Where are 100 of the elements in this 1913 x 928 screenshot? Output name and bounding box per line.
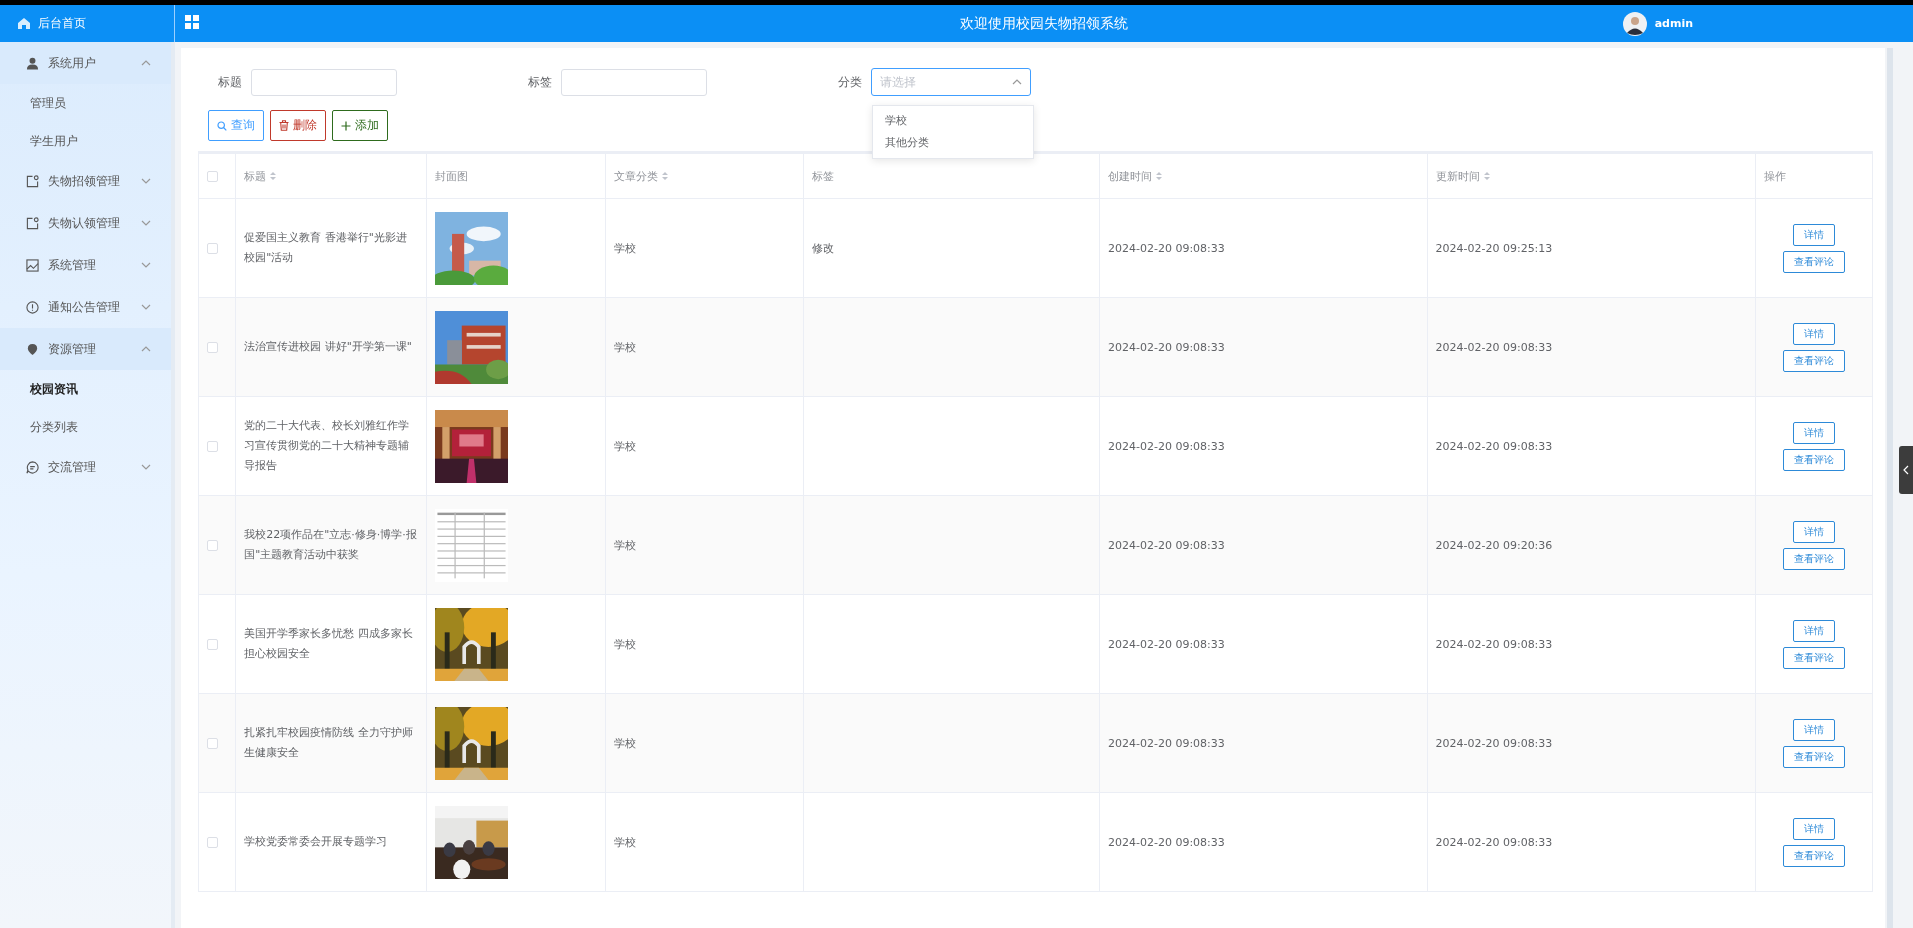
grid-menu-icon[interactable]: [185, 15, 199, 29]
comments-button[interactable]: 查看评论: [1783, 646, 1845, 669]
updated-time: 2024-02-20 09:08:33: [1435, 637, 1553, 651]
updated-time: 2024-02-20 09:08:33: [1435, 736, 1553, 750]
comments-button[interactable]: 查看评论: [1783, 547, 1845, 570]
menu-group[interactable]: 交流管理: [0, 446, 171, 488]
checkbox[interactable]: [207, 540, 218, 551]
checkbox[interactable]: [207, 243, 218, 254]
tag-text: 修改: [811, 241, 834, 255]
menu-group[interactable]: 系统管理: [0, 244, 171, 286]
details-button[interactable]: 详情: [1793, 718, 1835, 741]
chat-icon: [26, 460, 39, 474]
chevron-icon: [1012, 79, 1022, 85]
created-time: 2024-02-20 09:08:33: [1107, 637, 1225, 651]
delete-button[interactable]: 删除: [270, 110, 326, 141]
created-time: 2024-02-20 09:08:33: [1107, 538, 1225, 552]
menu-group[interactable]: 通知公告管理: [0, 286, 171, 328]
column-header: 封面图: [434, 168, 468, 184]
filter-label: 标签: [528, 73, 552, 91]
details-button[interactable]: 详情: [1793, 817, 1835, 840]
page-title: 欢迎使用校园失物招领系统: [960, 14, 1128, 33]
user-name[interactable]: admin: [1654, 17, 1693, 30]
search-icon: [217, 120, 227, 131]
category-text: 学校: [614, 538, 637, 552]
menu-item[interactable]: 学生用户: [0, 122, 171, 160]
avatar-icon[interactable]: [1622, 11, 1647, 36]
menu-item[interactable]: 校园资讯: [0, 370, 171, 408]
note-icon: [26, 174, 39, 188]
note-icon: [26, 216, 39, 230]
menu-item[interactable]: 管理员: [0, 84, 171, 122]
checkbox[interactable]: [207, 738, 218, 749]
column-header: 操作: [1764, 168, 1787, 184]
chevron-icon: [141, 304, 151, 310]
comments-button[interactable]: 查看评论: [1783, 448, 1845, 471]
details-button[interactable]: 详情: [1793, 421, 1835, 444]
chevron-icon: [141, 178, 151, 184]
article-title: 美国开学季家长多忧愁 四成多家长担心校园安全: [244, 626, 414, 662]
chevron-icon: [141, 60, 151, 66]
created-time: 2024-02-20 09:08:33: [1107, 736, 1225, 750]
created-time: 2024-02-20 09:08:33: [1107, 241, 1225, 255]
column-header[interactable]: 文章分类: [614, 168, 669, 184]
input-field[interactable]: [251, 68, 397, 96]
menu-group[interactable]: 失物认领管理: [0, 202, 171, 244]
details-button[interactable]: 详情: [1793, 520, 1835, 543]
article-title: 法治宣传进校园 讲好"开学第一课": [244, 339, 413, 355]
alert-icon: [26, 300, 39, 314]
collapse-handle[interactable]: [1899, 446, 1913, 494]
article-title: 促爱国主义教育 香港举行"光影进校园"活动: [244, 230, 408, 266]
input-field[interactable]: [561, 68, 707, 96]
category-text: 学校: [614, 241, 637, 255]
article-title: 我校22项作品在"立志·修身·博学·报国"主题教育活动中获奖: [244, 527, 418, 563]
menu-group[interactable]: 失物招领管理: [0, 160, 171, 202]
comments-button[interactable]: 查看评论: [1783, 844, 1845, 867]
article-title: 党的二十大代表、校长刘雅红作学习宣传贯彻党的二十大精神专题辅导报告: [244, 418, 411, 474]
category-text: 学校: [614, 637, 637, 651]
created-time: 2024-02-20 09:08:33: [1107, 340, 1225, 354]
chevron-left-icon: [1903, 465, 1909, 475]
column-header[interactable]: 创建时间: [1107, 168, 1162, 184]
comments-button[interactable]: 查看评论: [1783, 349, 1845, 372]
filter-label: 标题: [218, 73, 242, 91]
details-button[interactable]: 详情: [1793, 619, 1835, 642]
category-text: 学校: [614, 439, 637, 453]
comments-button[interactable]: 查看评论: [1783, 745, 1845, 768]
chevron-icon: [141, 464, 151, 470]
updated-time: 2024-02-20 09:25:13: [1435, 241, 1553, 255]
dropdown-option[interactable]: 其他分类: [873, 132, 1033, 154]
category-text: 学校: [614, 736, 637, 750]
dropdown-option[interactable]: 学校: [873, 110, 1033, 132]
category-text: 学校: [614, 340, 637, 354]
search-button[interactable]: 查询: [208, 110, 264, 141]
checkbox[interactable]: [207, 441, 218, 452]
chevron-icon: [141, 346, 151, 352]
chevron-icon: [141, 220, 151, 226]
add-button[interactable]: 添加: [332, 110, 388, 141]
menu-group[interactable]: 资源管理: [0, 328, 171, 370]
column-header: 标签: [811, 168, 834, 184]
home-link[interactable]: 后台首页: [0, 5, 175, 42]
menu-item[interactable]: 分类列表: [0, 408, 171, 446]
chevron-icon: [141, 262, 151, 268]
article-title: 学校党委常委会开展专题学习: [244, 834, 389, 850]
article-title: 扎紧扎牢校园疫情防线 全力守护师生健康安全: [244, 725, 414, 761]
comments-button[interactable]: 查看评论: [1783, 250, 1845, 273]
details-button[interactable]: 详情: [1793, 223, 1835, 246]
trash-icon: [279, 120, 289, 131]
menu-group[interactable]: 系统用户: [0, 42, 171, 84]
checkbox[interactable]: [207, 639, 218, 650]
image-icon: [26, 258, 39, 272]
plus-icon: [341, 120, 351, 131]
checkbox[interactable]: [207, 342, 218, 353]
pin-icon: [26, 342, 39, 356]
details-button[interactable]: 详情: [1793, 322, 1835, 345]
checkbox[interactable]: [207, 837, 218, 848]
created-time: 2024-02-20 09:08:33: [1107, 835, 1225, 849]
filter-label: 分类: [838, 73, 862, 91]
user-icon: [26, 56, 39, 70]
checkbox[interactable]: [207, 171, 218, 182]
column-header[interactable]: 标题: [244, 168, 277, 184]
home-icon: [18, 18, 30, 29]
column-header[interactable]: 更新时间: [1435, 168, 1490, 184]
category-text: 学校: [614, 835, 637, 849]
